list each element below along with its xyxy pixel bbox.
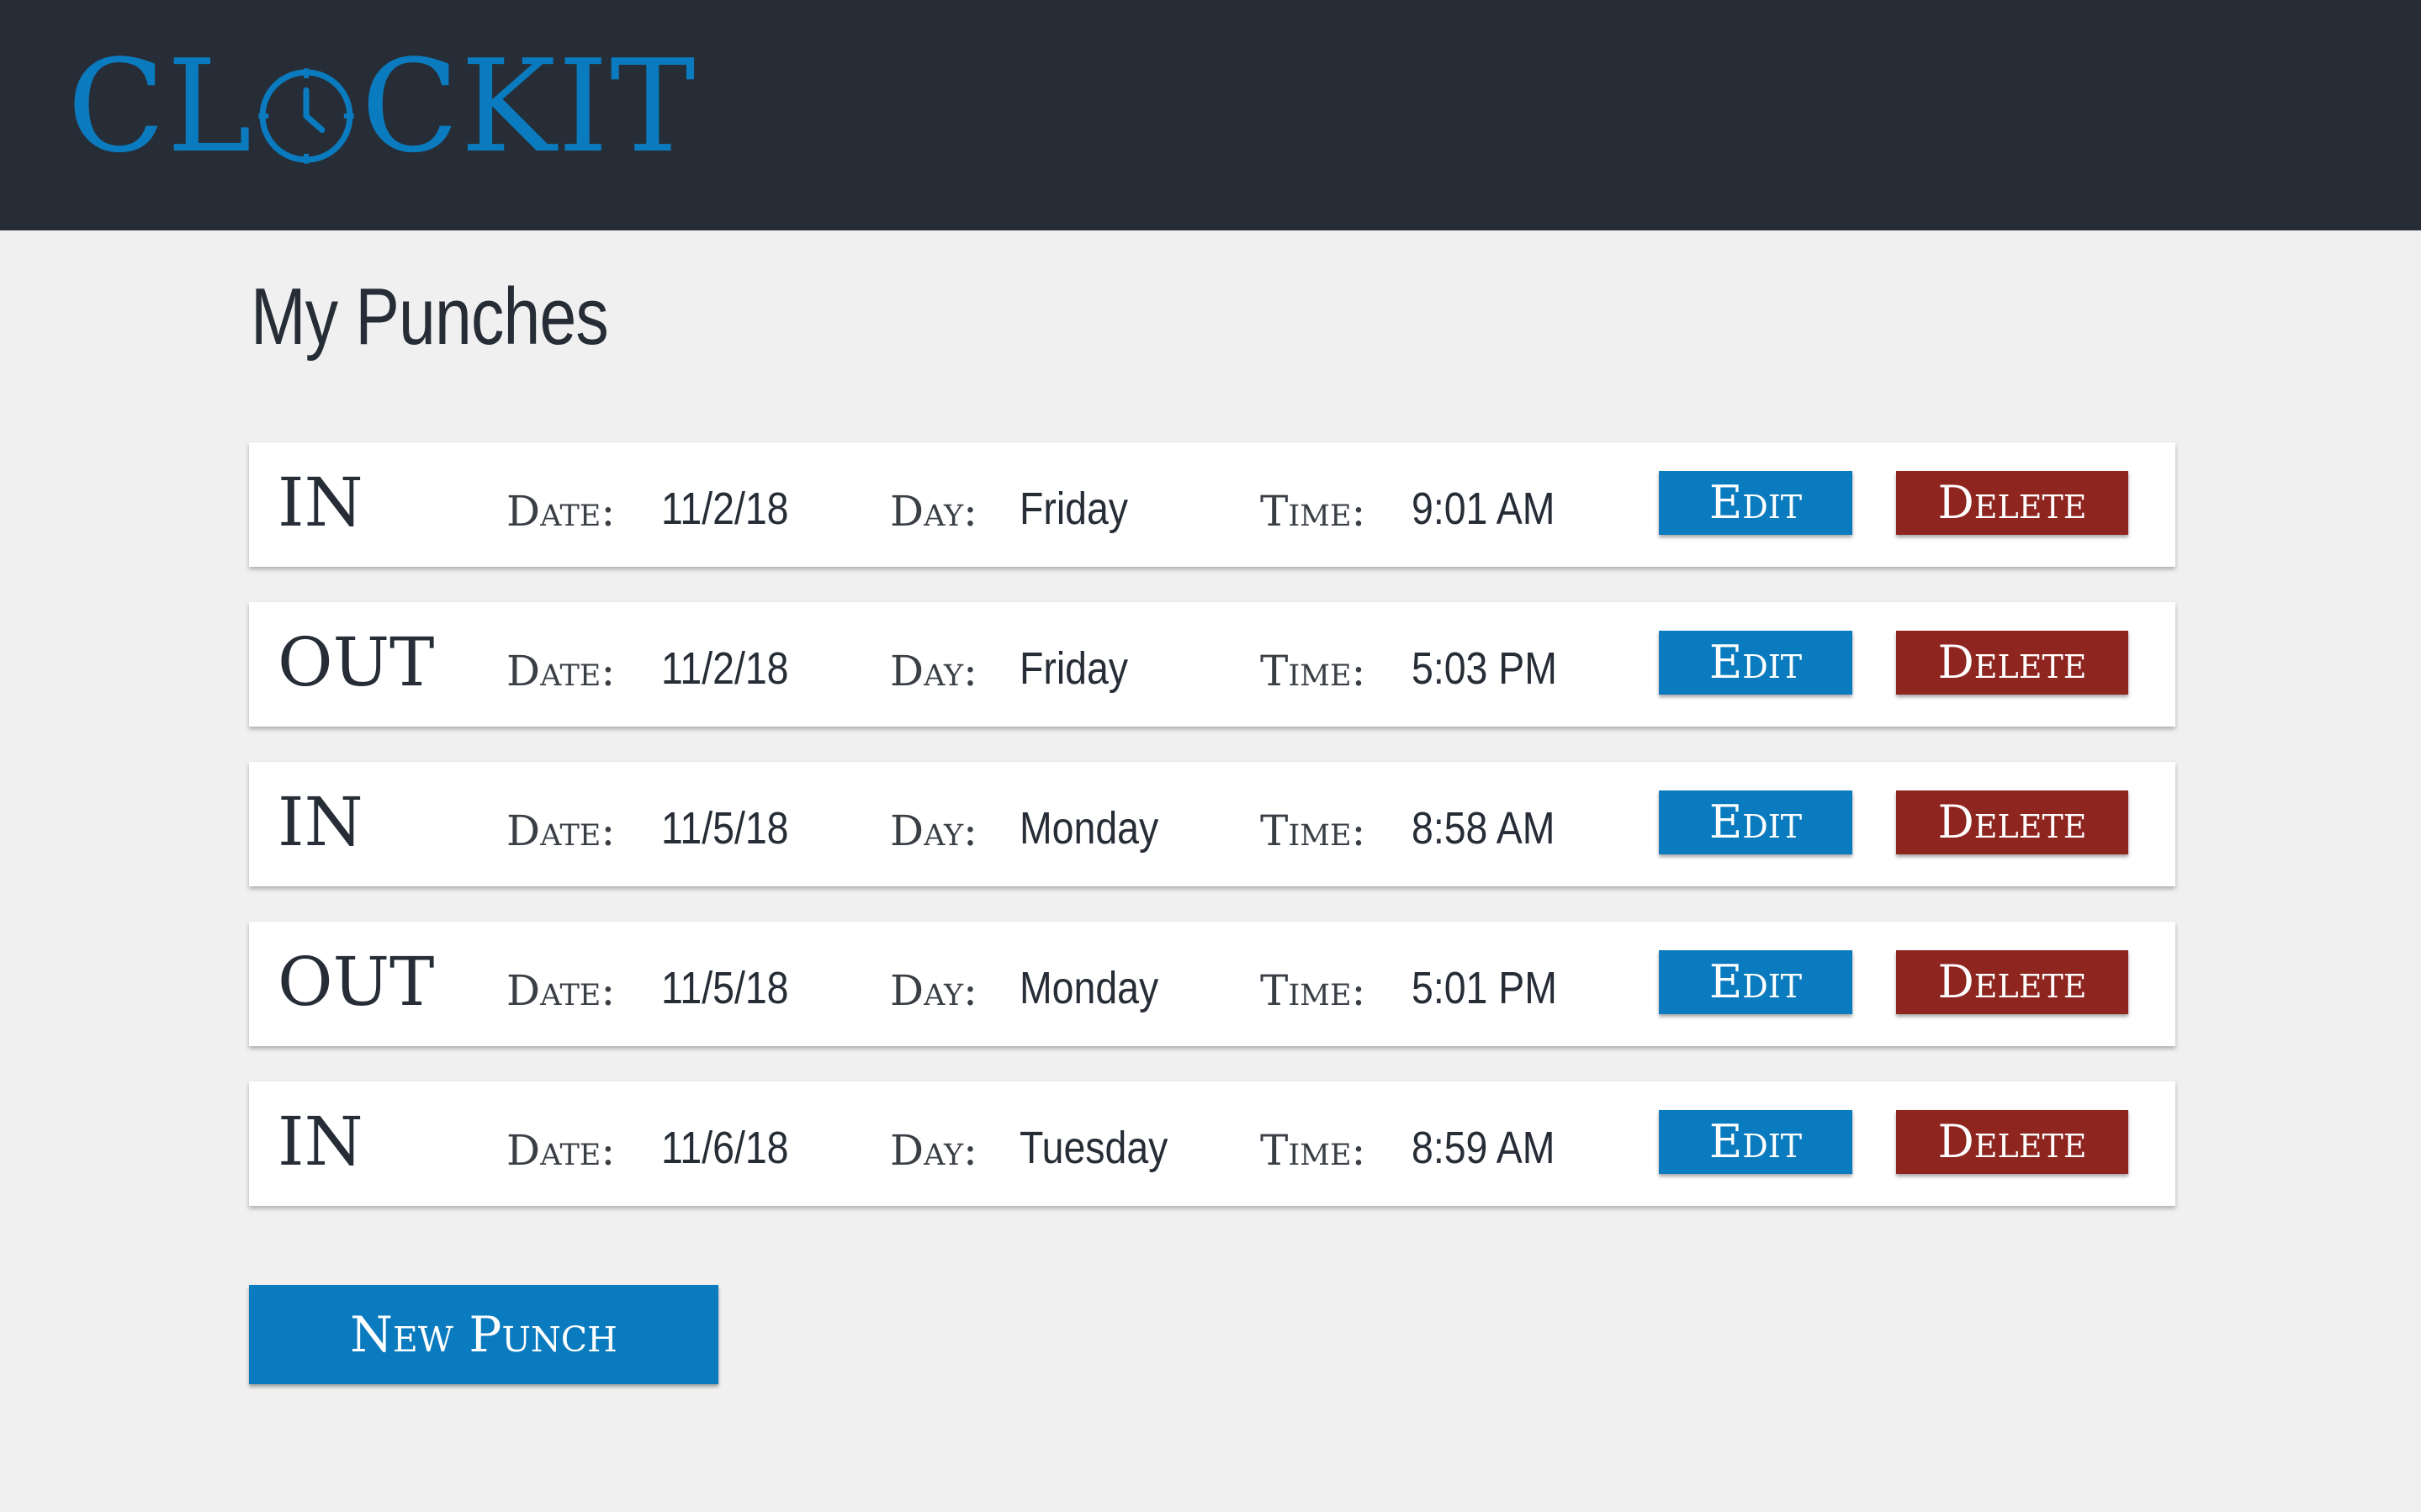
punch-row: OUT Date: 11/2/18 Day: Friday Time: 5:03…: [249, 602, 2175, 727]
date-value: 11/5/18: [661, 803, 789, 854]
day-label: Day:: [890, 487, 977, 536]
punch-type: IN: [278, 463, 363, 542]
punch-type: IN: [278, 1102, 363, 1181]
date-label: Date:: [506, 487, 616, 536]
time-value: 5:03 PM: [1412, 643, 1557, 694]
date-value: 11/2/18: [661, 643, 789, 694]
edit-button[interactable]: Edit: [1659, 790, 1852, 854]
delete-button[interactable]: Delete: [1896, 950, 2128, 1014]
punch-type: OUT: [278, 943, 435, 1021]
edit-button[interactable]: Edit: [1659, 631, 1852, 695]
time-label: Time:: [1260, 966, 1366, 1015]
logo-text-end: CKIT: [361, 32, 697, 181]
time-label: Time:: [1260, 1126, 1366, 1175]
date-value: 11/2/18: [661, 484, 789, 534]
delete-button[interactable]: Delete: [1896, 631, 2128, 695]
punch-type: IN: [278, 783, 363, 861]
day-label: Day:: [890, 966, 977, 1015]
time-value: 5:01 PM: [1412, 963, 1557, 1013]
day-value: Monday: [1020, 963, 1159, 1013]
logo-text-start: CL: [67, 32, 254, 181]
date-label: Date:: [506, 1126, 616, 1175]
app-header: CL CKIT: [0, 0, 2421, 230]
punch-row: OUT Date: 11/5/18 Day: Monday Time: 5:01…: [249, 922, 2175, 1046]
day-value: Tuesday: [1020, 1123, 1168, 1173]
edit-button[interactable]: Edit: [1659, 471, 1852, 535]
date-value: 11/5/18: [661, 963, 789, 1013]
punch-row: IN Date: 11/5/18 Day: Monday Time: 8:58 …: [249, 762, 2175, 886]
day-label: Day:: [890, 647, 977, 695]
edit-button[interactable]: Edit: [1659, 1110, 1852, 1174]
day-label: Day:: [890, 806, 977, 855]
date-label: Date:: [506, 806, 616, 855]
day-value: Friday: [1020, 643, 1129, 694]
edit-button[interactable]: Edit: [1659, 950, 1852, 1014]
day-label: Day:: [890, 1126, 977, 1175]
page-title: My Punches: [251, 272, 609, 362]
day-value: Monday: [1020, 803, 1159, 854]
punch-row: IN Date: 11/6/18 Day: Tuesday Time: 8:59…: [249, 1081, 2175, 1206]
time-value: 8:58 AM: [1412, 803, 1555, 854]
delete-button[interactable]: Delete: [1896, 471, 2128, 535]
date-value: 11/6/18: [661, 1123, 789, 1173]
time-value: 9:01 AM: [1412, 484, 1555, 534]
punch-row: IN Date: 11/2/18 Day: Friday Time: 9:01 …: [249, 442, 2175, 567]
punch-list: IN Date: 11/2/18 Day: Friday Time: 9:01 …: [249, 442, 2175, 1241]
date-label: Date:: [506, 647, 616, 695]
time-label: Time:: [1260, 487, 1366, 536]
clockit-logo[interactable]: CL CKIT: [67, 35, 697, 178]
day-value: Friday: [1020, 484, 1129, 534]
punch-type: OUT: [278, 623, 435, 701]
time-label: Time:: [1260, 647, 1366, 695]
time-value: 8:59 AM: [1412, 1123, 1555, 1173]
clock-icon: [258, 68, 354, 164]
new-punch-button[interactable]: New Punch: [249, 1285, 718, 1384]
delete-button[interactable]: Delete: [1896, 790, 2128, 854]
time-label: Time:: [1260, 806, 1366, 855]
delete-button[interactable]: Delete: [1896, 1110, 2128, 1174]
date-label: Date:: [506, 966, 616, 1015]
